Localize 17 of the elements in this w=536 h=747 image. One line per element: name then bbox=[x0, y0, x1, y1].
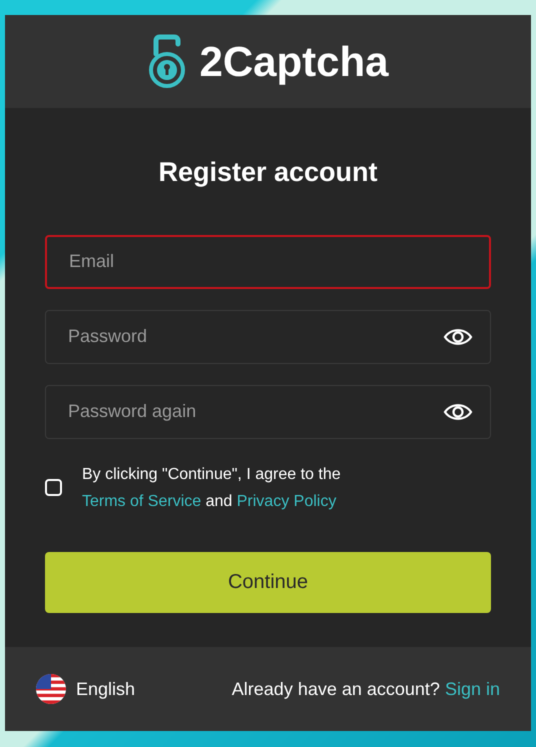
sign-in-prompt: Already have an account? Sign in bbox=[232, 678, 500, 701]
eye-icon[interactable] bbox=[443, 402, 473, 422]
input-field[interactable]: Email bbox=[45, 234, 491, 288]
form-title: Register account bbox=[157, 156, 379, 189]
language-label[interactable]: English bbox=[76, 676, 136, 702]
flag-icon[interactable] bbox=[36, 674, 66, 704]
privacy-link[interactable]: Privacy Policy bbox=[236, 492, 336, 510]
terms-link[interactable]: Terms of Service bbox=[82, 492, 202, 510]
padlock-icon bbox=[147, 34, 188, 89]
agreement-checkbox[interactable] bbox=[45, 479, 62, 496]
continue-button[interactable]: Continue bbox=[45, 552, 491, 612]
sign-in-link[interactable]: Sign in bbox=[444, 678, 500, 698]
eye-icon[interactable] bbox=[443, 326, 473, 346]
input-field[interactable]: Password bbox=[45, 310, 491, 364]
input-field[interactable]: Password again bbox=[45, 384, 491, 438]
agreement-text: By clicking "Continue", I agree to the Terms of Service and Privacy Policy bbox=[82, 464, 341, 512]
brand-name: 2Captcha bbox=[199, 40, 389, 82]
